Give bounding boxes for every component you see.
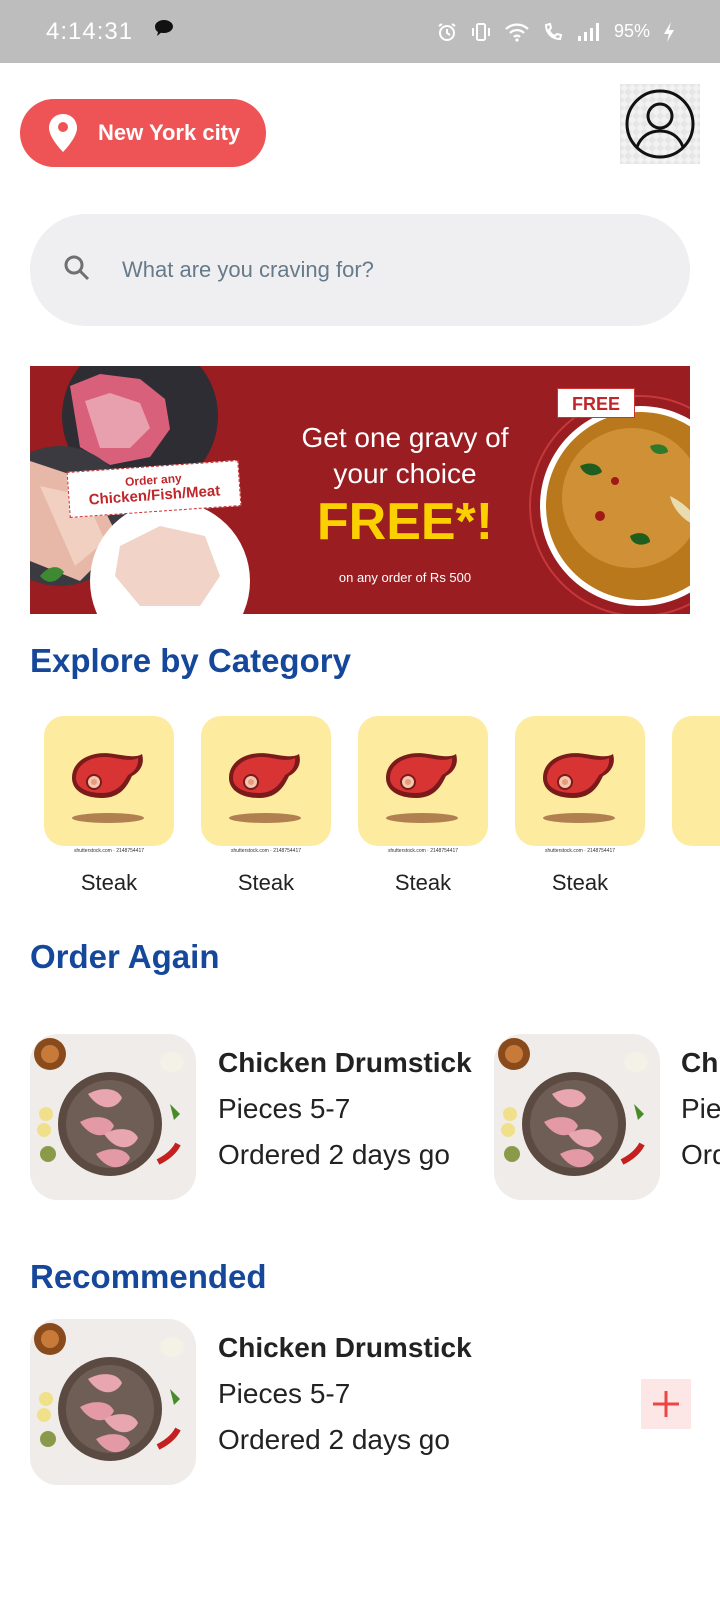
steak-icon [386, 753, 458, 823]
free-tag: FREE [557, 388, 635, 418]
plus-icon [653, 1391, 679, 1417]
location-selector-button[interactable]: New York city [20, 99, 266, 167]
product-name: Chicken Drumstick [218, 1047, 472, 1078]
category-label: Steak [237, 870, 295, 895]
product-ordered-date: Ordered 2 days go [218, 1139, 450, 1170]
signal-icon [576, 21, 602, 43]
steak-icon [543, 753, 615, 823]
product-pieces: Pieces 5-7 [218, 1378, 351, 1409]
category-tile[interactable] [44, 716, 174, 846]
wifi-icon [504, 21, 530, 43]
category-tile[interactable] [672, 716, 720, 846]
product-ordered-date: Ordered 2 days go [681, 1139, 720, 1170]
image-credit: shutterstock.com · 2148754417 [73, 848, 145, 854]
category-label: Steak [394, 870, 452, 895]
product-image[interactable] [30, 1034, 196, 1200]
product-pieces: Pieces 5-7 [218, 1093, 351, 1124]
banner-line1: Get one gravy of [301, 422, 509, 453]
banner-free-text: FREE*! [316, 493, 494, 551]
category-item[interactable]: shutterstock.com · 2148754417 Steak [201, 716, 331, 896]
product-image[interactable] [494, 1034, 660, 1200]
steak-icon [72, 753, 144, 823]
status-time: 4:14:31 [46, 17, 134, 45]
wifi-calling-icon [542, 21, 564, 43]
gravy-bowl-image [529, 395, 690, 614]
profile-avatar-button[interactable] [620, 84, 700, 164]
category-tile[interactable] [201, 716, 331, 846]
battery-level: 95% [613, 21, 650, 41]
promo-banner[interactable]: Order any Chicken/Fish/Meat Get one grav… [30, 366, 690, 614]
category-list[interactable]: shutterstock.com · 2148754417 Steak shut… [44, 716, 720, 896]
steak-icon [229, 753, 301, 823]
chicken-drumstick-image [30, 1319, 196, 1485]
product-pieces: Pieces 5-7 [681, 1093, 720, 1124]
image-credit: shutterstock.com · 2148754417 [544, 848, 616, 854]
chicken-drumstick-image [30, 1034, 196, 1200]
category-item-partial[interactable] [672, 716, 720, 846]
section-title-order-again: Order Again [30, 938, 220, 975]
product-info: Chicken Drumstick Pieces 5-7 Ordered 2 d… [218, 1040, 472, 1178]
location-pin-icon [48, 113, 78, 153]
product-info: Chicken Drumstick Pieces 5-7 Ordered 2 d… [218, 1325, 472, 1463]
image-credit: shutterstock.com · 2148754417 [387, 848, 459, 854]
search-bar[interactable] [30, 214, 690, 326]
search-icon [62, 253, 92, 288]
search-input[interactable] [122, 257, 602, 283]
product-name: Chicken Drumstick [218, 1332, 472, 1363]
product-info-partial: Chicken Drumstick Pieces 5-7 Ordered 2 d… [681, 1040, 720, 1178]
charging-icon [662, 21, 676, 43]
category-label: Steak [80, 870, 138, 895]
category-label: Steak [551, 870, 609, 895]
product-name: Chicken Drumstick [681, 1047, 720, 1078]
add-to-cart-button[interactable] [641, 1379, 691, 1429]
category-tile[interactable] [515, 716, 645, 846]
image-credit: shutterstock.com · 2148754417 [230, 848, 302, 854]
banner-terms: on any order of Rs 500 [338, 570, 472, 585]
section-title-categories: Explore by Category [30, 642, 351, 679]
banner-text: Get one gravy of your choice FREE*! on a… [250, 422, 560, 585]
chicken-drumstick-image [494, 1034, 660, 1200]
product-image[interactable] [30, 1319, 196, 1485]
location-label: New York city [98, 120, 241, 145]
alarm-icon [436, 21, 458, 43]
chat-notification-icon [153, 17, 175, 46]
product-ordered-date: Ordered 2 days go [218, 1424, 450, 1455]
category-tile[interactable] [358, 716, 488, 846]
banner-line2: your choice [333, 458, 477, 489]
section-title-recommended: Recommended [30, 1258, 267, 1295]
user-profile-icon [625, 89, 695, 159]
category-item[interactable]: shutterstock.com · 2148754417 Steak [515, 716, 645, 896]
category-item[interactable]: shutterstock.com · 2148754417 Steak [358, 716, 488, 896]
vibrate-icon [470, 21, 492, 43]
status-bar: 4:14:31 95% [0, 0, 720, 63]
category-item[interactable]: shutterstock.com · 2148754417 Steak [44, 716, 174, 896]
